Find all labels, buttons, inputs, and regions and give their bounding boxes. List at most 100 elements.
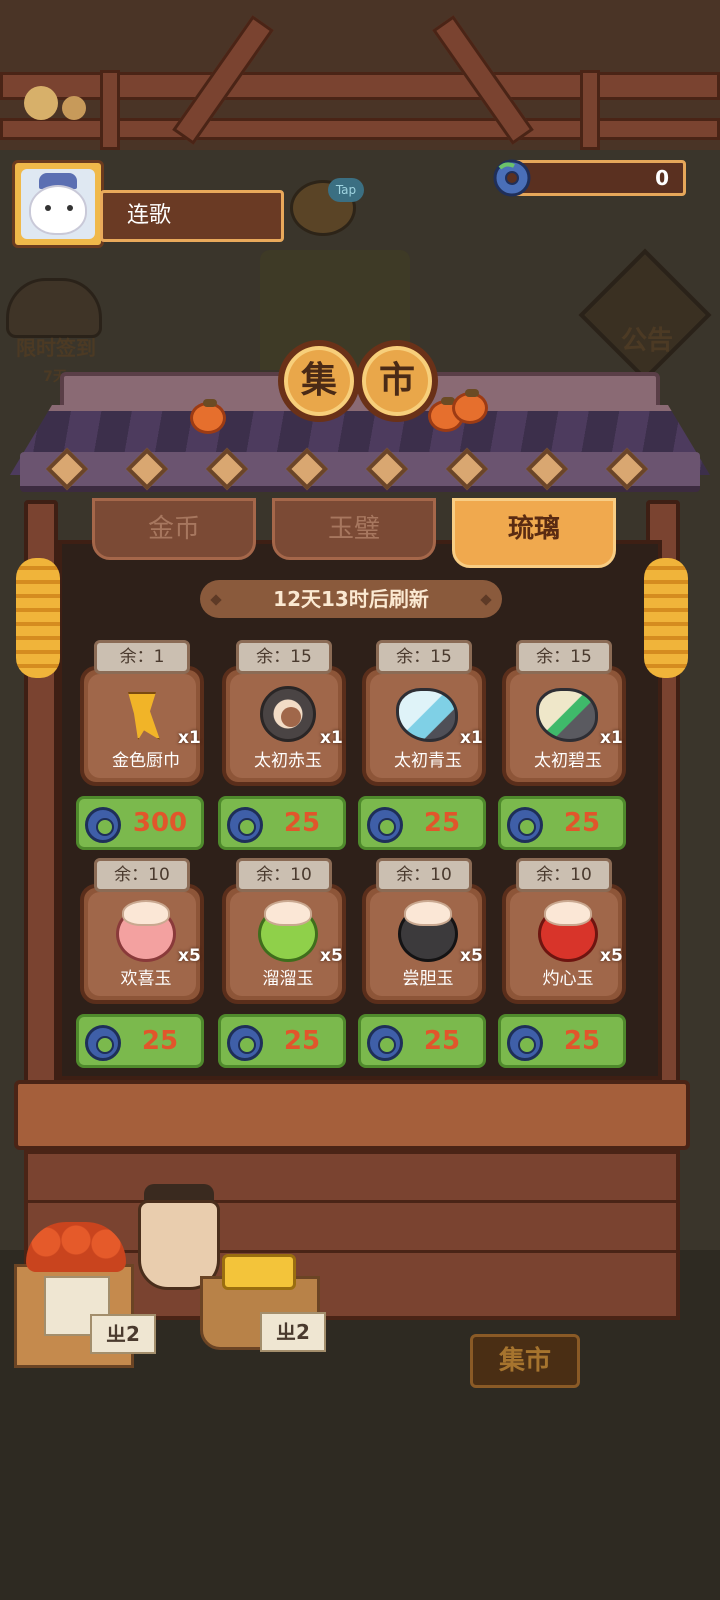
shop-item-card[interactable]: x1 金色厨巾 余：1 300 bbox=[76, 640, 204, 864]
item-slot[interactable]: x1 金色厨巾 bbox=[80, 666, 204, 786]
item-slot[interactable]: x1 太初赤玉 bbox=[222, 666, 346, 786]
price-value: 25 bbox=[283, 1026, 321, 1056]
price-value: 25 bbox=[563, 808, 601, 838]
eave-ornament bbox=[45, 447, 89, 491]
item-quantity: x5 bbox=[320, 946, 343, 966]
item-slot-inner: x5 灼心玉 bbox=[510, 892, 623, 996]
buy-button[interactable]: 25 bbox=[218, 796, 346, 850]
item-quantity: x1 bbox=[320, 728, 343, 748]
price-value: 25 bbox=[141, 1026, 179, 1056]
stock-remaining: 余：10 bbox=[236, 858, 332, 892]
stock-remaining: 余：1 bbox=[94, 640, 190, 674]
price-value: 25 bbox=[283, 808, 321, 838]
jade-coin-icon bbox=[367, 1025, 403, 1061]
shop-item-card[interactable]: x1 太初碧玉 余：15 25 bbox=[498, 640, 626, 864]
buy-button[interactable]: 25 bbox=[358, 1014, 486, 1068]
item-slot[interactable]: x1 太初碧玉 bbox=[502, 666, 626, 786]
jade-coin-icon bbox=[227, 807, 263, 843]
price-tag: ㄓ2 bbox=[90, 1314, 156, 1354]
buy-button[interactable]: 25 bbox=[76, 1014, 204, 1068]
eave-ornament bbox=[125, 447, 169, 491]
buy-button[interactable]: 25 bbox=[498, 796, 626, 850]
shop-item-card[interactable]: x5 灼心玉 余：10 25 bbox=[498, 858, 626, 1082]
refresh-timer: 12天13时后刷新 bbox=[200, 580, 502, 618]
cat-avatar-icon bbox=[29, 185, 87, 235]
item-slot-inner: x1 太初青玉 bbox=[370, 674, 483, 778]
item-slot-inner: x5 尝胆玉 bbox=[370, 892, 483, 996]
ceiling-post bbox=[580, 70, 600, 150]
item-name: 尝胆玉 bbox=[402, 969, 454, 989]
notice-label: 公告 bbox=[620, 326, 673, 356]
swirl-cap bbox=[122, 900, 170, 926]
buy-button[interactable]: 300 bbox=[76, 796, 204, 850]
red-jade-disc-icon bbox=[260, 686, 316, 742]
price-value: 300 bbox=[132, 808, 188, 838]
buy-button[interactable]: 25 bbox=[218, 1014, 346, 1068]
swirl-cap bbox=[264, 900, 312, 926]
item-slot-inner: x5 欢喜玉 bbox=[88, 892, 201, 996]
jade-coin-icon bbox=[493, 159, 531, 197]
signin-icon[interactable] bbox=[6, 278, 102, 338]
item-name: 灼心玉 bbox=[542, 969, 594, 989]
stock-remaining: 余：10 bbox=[516, 858, 612, 892]
jade-coin-icon bbox=[227, 1025, 263, 1061]
stock-remaining: 余：15 bbox=[516, 640, 612, 674]
price-value: 25 bbox=[563, 1026, 601, 1056]
swirl-cap bbox=[544, 900, 592, 926]
shop-item-card[interactable]: x5 尝胆玉 余：10 25 bbox=[358, 858, 486, 1082]
item-name: 金色厨巾 bbox=[112, 751, 180, 771]
chick-icon bbox=[62, 96, 86, 120]
item-quantity: x5 bbox=[600, 946, 623, 966]
ceiling-post bbox=[100, 70, 120, 150]
eave-ornament bbox=[365, 447, 409, 491]
currency-amount: 0 bbox=[510, 160, 686, 196]
eave-ornament bbox=[525, 447, 569, 491]
tab-jade-bi[interactable]: 玉璧 bbox=[272, 498, 436, 560]
cat-eye bbox=[45, 205, 51, 211]
eave-ornament bbox=[205, 447, 249, 491]
jade-coin-icon bbox=[367, 807, 403, 843]
jade-coin-icon bbox=[507, 1025, 543, 1061]
item-name: 溜溜玉 bbox=[262, 969, 314, 989]
chick-icon bbox=[24, 86, 58, 120]
item-slot[interactable]: x5 灼心玉 bbox=[502, 884, 626, 1004]
buy-button[interactable]: 25 bbox=[498, 1014, 626, 1068]
stock-remaining: 余：10 bbox=[376, 858, 472, 892]
market-button[interactable]: 集市 bbox=[470, 1334, 580, 1388]
item-slot[interactable]: x5 尝胆玉 bbox=[362, 884, 486, 1004]
persimmon-icon bbox=[452, 389, 488, 424]
tab-glaze[interactable]: 琉璃 bbox=[452, 498, 616, 568]
item-slot-inner: x5 溜溜玉 bbox=[230, 892, 343, 996]
shop-item-card[interactable]: x5 欢喜玉 余：10 25 bbox=[76, 858, 204, 1082]
item-quantity: x1 bbox=[460, 728, 483, 748]
corn-decoration-icon bbox=[16, 558, 60, 678]
eave-ornament bbox=[445, 447, 489, 491]
eave-ornament bbox=[285, 447, 329, 491]
stock-remaining: 余：10 bbox=[94, 858, 190, 892]
item-slot[interactable]: x5 溜溜玉 bbox=[222, 884, 346, 1004]
buy-button[interactable]: 25 bbox=[358, 796, 486, 850]
counter-slat bbox=[24, 1200, 680, 1203]
item-name: 太初青玉 bbox=[394, 751, 462, 771]
swirl-cap bbox=[404, 900, 452, 926]
golden-scarf-icon bbox=[128, 692, 160, 740]
tab-gold-coin[interactable]: 金币 bbox=[92, 498, 256, 560]
shop-item-card[interactable]: x5 溜溜玉 余：10 25 bbox=[218, 858, 346, 1082]
roof-eave bbox=[20, 447, 700, 492]
signin-label: 限时签到 bbox=[16, 336, 96, 360]
avatar-frame[interactable] bbox=[12, 160, 104, 248]
cat-eye bbox=[67, 205, 73, 211]
market-sign-char: 集 bbox=[278, 340, 360, 422]
item-slot-inner: x1 太初赤玉 bbox=[230, 674, 343, 778]
tofu-icon bbox=[222, 1254, 296, 1290]
avatar[interactable] bbox=[21, 169, 95, 239]
item-slot[interactable]: x1 太初青玉 bbox=[362, 666, 486, 786]
tap-label: Tap bbox=[328, 178, 364, 202]
stock-remaining: 余：15 bbox=[236, 640, 332, 674]
item-quantity: x1 bbox=[600, 728, 623, 748]
green-jade-rock-icon bbox=[536, 688, 598, 742]
item-slot[interactable]: x5 欢喜玉 bbox=[80, 884, 204, 1004]
shop-item-card[interactable]: x1 太初青玉 余：15 25 bbox=[358, 640, 486, 864]
market-sign-char: 市 bbox=[356, 340, 438, 422]
shop-item-card[interactable]: x1 太初赤玉 余：15 25 bbox=[218, 640, 346, 864]
